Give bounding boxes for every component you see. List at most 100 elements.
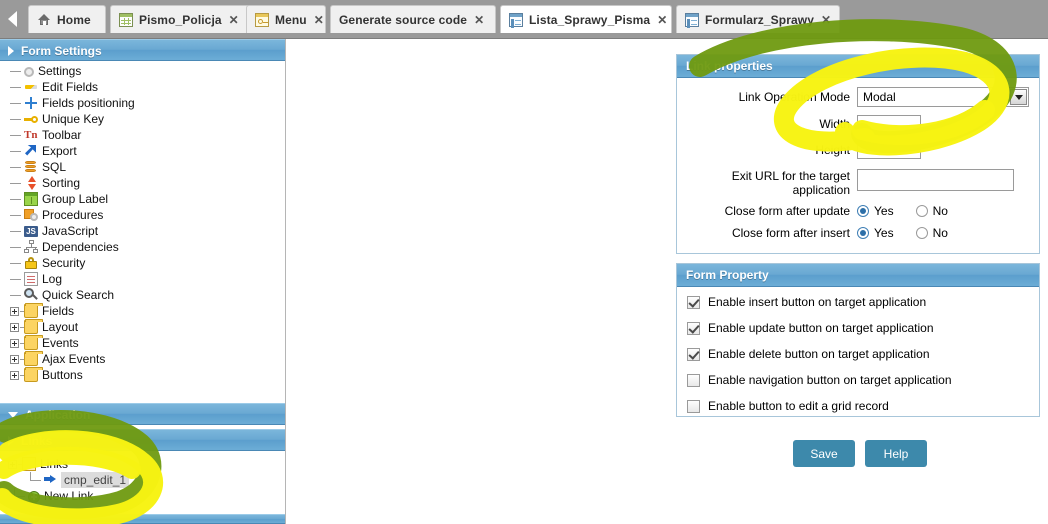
tab-formularz-sprawy[interactable]: Formularz_Sprawy ✕ [676, 5, 840, 33]
sidebar-item-fields-positioning[interactable]: Fields positioning [0, 95, 285, 111]
sidebar-item-group-label[interactable]: Group Label [0, 191, 285, 207]
sidebar-item-javascript[interactable]: JS JavaScript [0, 223, 285, 239]
checkbox-row-navigation: Enable navigation button on target appli… [677, 367, 1039, 393]
expand-toggle-icon[interactable] [10, 306, 19, 316]
form-icon [685, 12, 699, 28]
sidebar-section-application[interactable]: Application [0, 403, 285, 425]
folder-open-icon [22, 457, 36, 471]
enable-insert-label: Enable insert button on target applicati… [708, 295, 927, 309]
sidebar-section-label: Application [25, 408, 91, 422]
close-after-update-label: Close form after update [724, 204, 850, 218]
tab-close-icon[interactable]: ✕ [821, 14, 831, 26]
radio-label-no: No [932, 204, 948, 218]
form-property-title: Form Property [677, 264, 1039, 287]
links-tree-node-new-link[interactable]: New Link [0, 488, 285, 504]
expand-toggle-icon[interactable] [8, 459, 17, 469]
enable-update-label: Enable update button on target applicati… [708, 321, 934, 335]
sidebar-item-procedures[interactable]: Procedures [0, 207, 285, 223]
tab-scroll-left-button[interactable] [6, 8, 20, 30]
height-input[interactable] [857, 141, 921, 159]
sidebar-item-label: Quick Search [42, 288, 115, 302]
key-icon [24, 112, 38, 126]
dependencies-icon [24, 240, 38, 254]
procedures-icon [24, 208, 38, 222]
enable-update-checkbox[interactable] [687, 321, 700, 335]
enable-delete-checkbox[interactable] [687, 347, 700, 361]
sidebar-item-export[interactable]: Export [0, 143, 285, 159]
field-row-width: Width [677, 115, 1039, 133]
tab-pismo-policja[interactable]: Pismo_Policja ✕ [110, 5, 250, 33]
save-button[interactable]: Save [793, 440, 855, 467]
radio-label-no: No [932, 226, 948, 240]
sidebar-section-form-settings[interactable]: Form Settings [0, 39, 285, 61]
close-after-update-no-radio[interactable] [915, 205, 928, 217]
close-after-insert-no-radio[interactable] [915, 227, 928, 239]
tab-close-icon[interactable]: ✕ [474, 14, 484, 26]
help-button[interactable]: Help [865, 440, 927, 467]
sidebar-item-buttons[interactable]: Buttons [0, 367, 285, 383]
tab-home[interactable]: Home [28, 5, 106, 33]
database-icon [24, 160, 38, 174]
sidebar-item-log[interactable]: Log [0, 271, 285, 287]
sidebar-item-settings[interactable]: Settings [0, 63, 285, 79]
operation-mode-select[interactable]: Modal [857, 87, 1029, 107]
tab-label: Lista_Sprawy_Pisma [529, 12, 651, 27]
sidebar-item-label: Edit Fields [42, 80, 99, 94]
form-icon [509, 12, 523, 28]
tab-menu[interactable]: Menu ✕ [246, 5, 326, 33]
sidebar-section-links[interactable]: Links [0, 429, 285, 451]
expand-toggle-icon[interactable] [10, 370, 19, 380]
sidebar-section-label: Form Settings [21, 44, 102, 58]
tree-connector [10, 255, 24, 271]
sidebar-item-sql[interactable]: SQL [0, 159, 285, 175]
chevron-down-icon[interactable] [1010, 89, 1027, 105]
links-tree: Links cmp_edit_1 New Link [0, 454, 285, 506]
lock-icon [24, 256, 38, 270]
close-after-insert-yes-radio[interactable] [857, 227, 869, 239]
sidebar-item-label: Unique Key [42, 112, 105, 126]
sidebar-item-layout[interactable]: Layout [0, 319, 285, 335]
tab-label: Menu [275, 12, 307, 27]
sidebar-item-label: Toolbar [42, 128, 82, 142]
sidebar-item-label: Sorting [42, 176, 81, 190]
sidebar-item-ajax-events[interactable]: Ajax Events [0, 351, 285, 367]
tab-label: Generate source code [339, 12, 468, 27]
sidebar-item-fields[interactable]: Fields [0, 303, 285, 319]
exit-url-label-line2: application [792, 183, 850, 197]
sidebar-item-toolbar[interactable]: Tn Toolbar [0, 127, 285, 143]
exit-url-label: Exit URL for the target application [677, 168, 857, 197]
enable-edit-grid-checkbox[interactable] [687, 399, 700, 413]
sidebar-item-security[interactable]: Security [0, 255, 285, 271]
enable-navigation-checkbox[interactable] [687, 373, 700, 387]
links-tree-node-cmp-edit-1[interactable]: cmp_edit_1 [0, 472, 285, 488]
expand-toggle-icon[interactable] [10, 322, 19, 332]
tab-close-icon[interactable]: ✕ [314, 14, 324, 26]
links-tree-node-links[interactable]: Links [0, 456, 285, 472]
log-icon [24, 272, 38, 286]
tab-lista-sprawy-pisma[interactable]: Lista_Sprawy_Pisma ✕ [500, 5, 672, 33]
enable-insert-checkbox[interactable] [687, 295, 700, 309]
width-input[interactable] [857, 115, 921, 133]
sidebar-section-partial-bottom[interactable] [0, 514, 285, 524]
export-arrow-icon [24, 144, 38, 158]
sidebar-item-quick-search[interactable]: Quick Search [0, 287, 285, 303]
tab-generate-source-code[interactable]: Generate source code ✕ [330, 5, 496, 33]
tab-label: Home [57, 12, 91, 27]
tab-close-icon[interactable]: ✕ [657, 14, 667, 26]
sidebar-item-sorting[interactable]: Sorting [0, 175, 285, 191]
close-after-insert-label: Close form after insert [731, 226, 850, 240]
chevron-right-icon [8, 45, 14, 56]
exit-url-input[interactable] [857, 169, 1014, 191]
sidebar-item-events[interactable]: Events [0, 335, 285, 351]
expand-toggle-icon[interactable] [10, 338, 19, 348]
sidebar-item-unique-key[interactable]: Unique Key [0, 111, 285, 127]
links-tree-label: cmp_edit_1 [61, 472, 130, 488]
sidebar-item-dependencies[interactable]: Dependencies [0, 239, 285, 255]
close-after-update-yes-radio[interactable] [857, 205, 869, 217]
form-settings-tree: Settings Edit Fields Fields positioning … [0, 61, 285, 385]
tab-close-icon[interactable]: ✕ [229, 14, 239, 26]
sidebar-item-edit-fields[interactable]: Edit Fields [0, 79, 285, 95]
expand-toggle-icon[interactable] [10, 354, 19, 364]
links-tree-label: New Link [44, 489, 94, 503]
form-property-panel: Form Property Enable insert button on ta… [676, 263, 1040, 417]
